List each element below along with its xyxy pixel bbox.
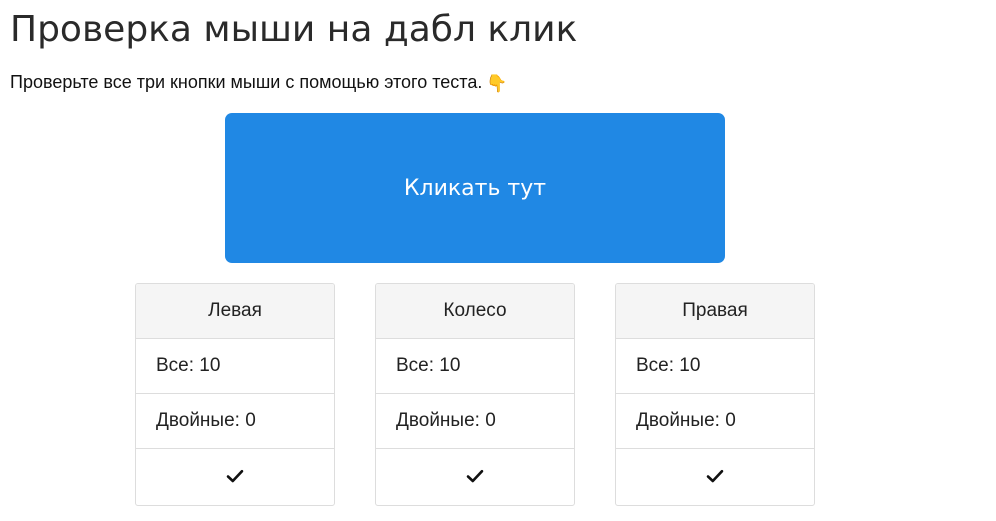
double-clicks: Двойные: 0 [616,394,814,449]
page-title: Проверка мыши на дабл клик [10,9,578,50]
click-test-label: Кликать тут [403,175,547,201]
total-clicks: Все: 10 [136,339,334,394]
total-clicks: Все: 10 [376,339,574,394]
pointing-down-hand-icon: 👇 [486,74,508,93]
subtitle-text: Проверьте все три кнопки мыши с помощью … [10,72,483,92]
double-clicks: Двойные: 0 [136,394,334,449]
status-row [136,449,334,503]
status-row [616,449,814,503]
right-button-card: Правая Все: 10 Двойные: 0 [615,283,815,506]
card-header: Колесо [376,284,574,339]
double-clicks: Двойные: 0 [376,394,574,449]
card-header: Левая [136,284,334,339]
page-subtitle: Проверьте все три кнопки мыши с помощью … [10,71,508,95]
total-clicks: Все: 10 [616,339,814,394]
wheel-button-card: Колесо Все: 10 Двойные: 0 [375,283,575,506]
click-test-area[interactable]: Кликать тут [225,113,725,263]
checkmark-icon [706,469,724,483]
left-button-card: Левая Все: 10 Двойные: 0 [135,283,335,506]
card-header: Правая [616,284,814,339]
checkmark-icon [226,469,244,483]
checkmark-icon [466,469,484,483]
status-row [376,449,574,503]
